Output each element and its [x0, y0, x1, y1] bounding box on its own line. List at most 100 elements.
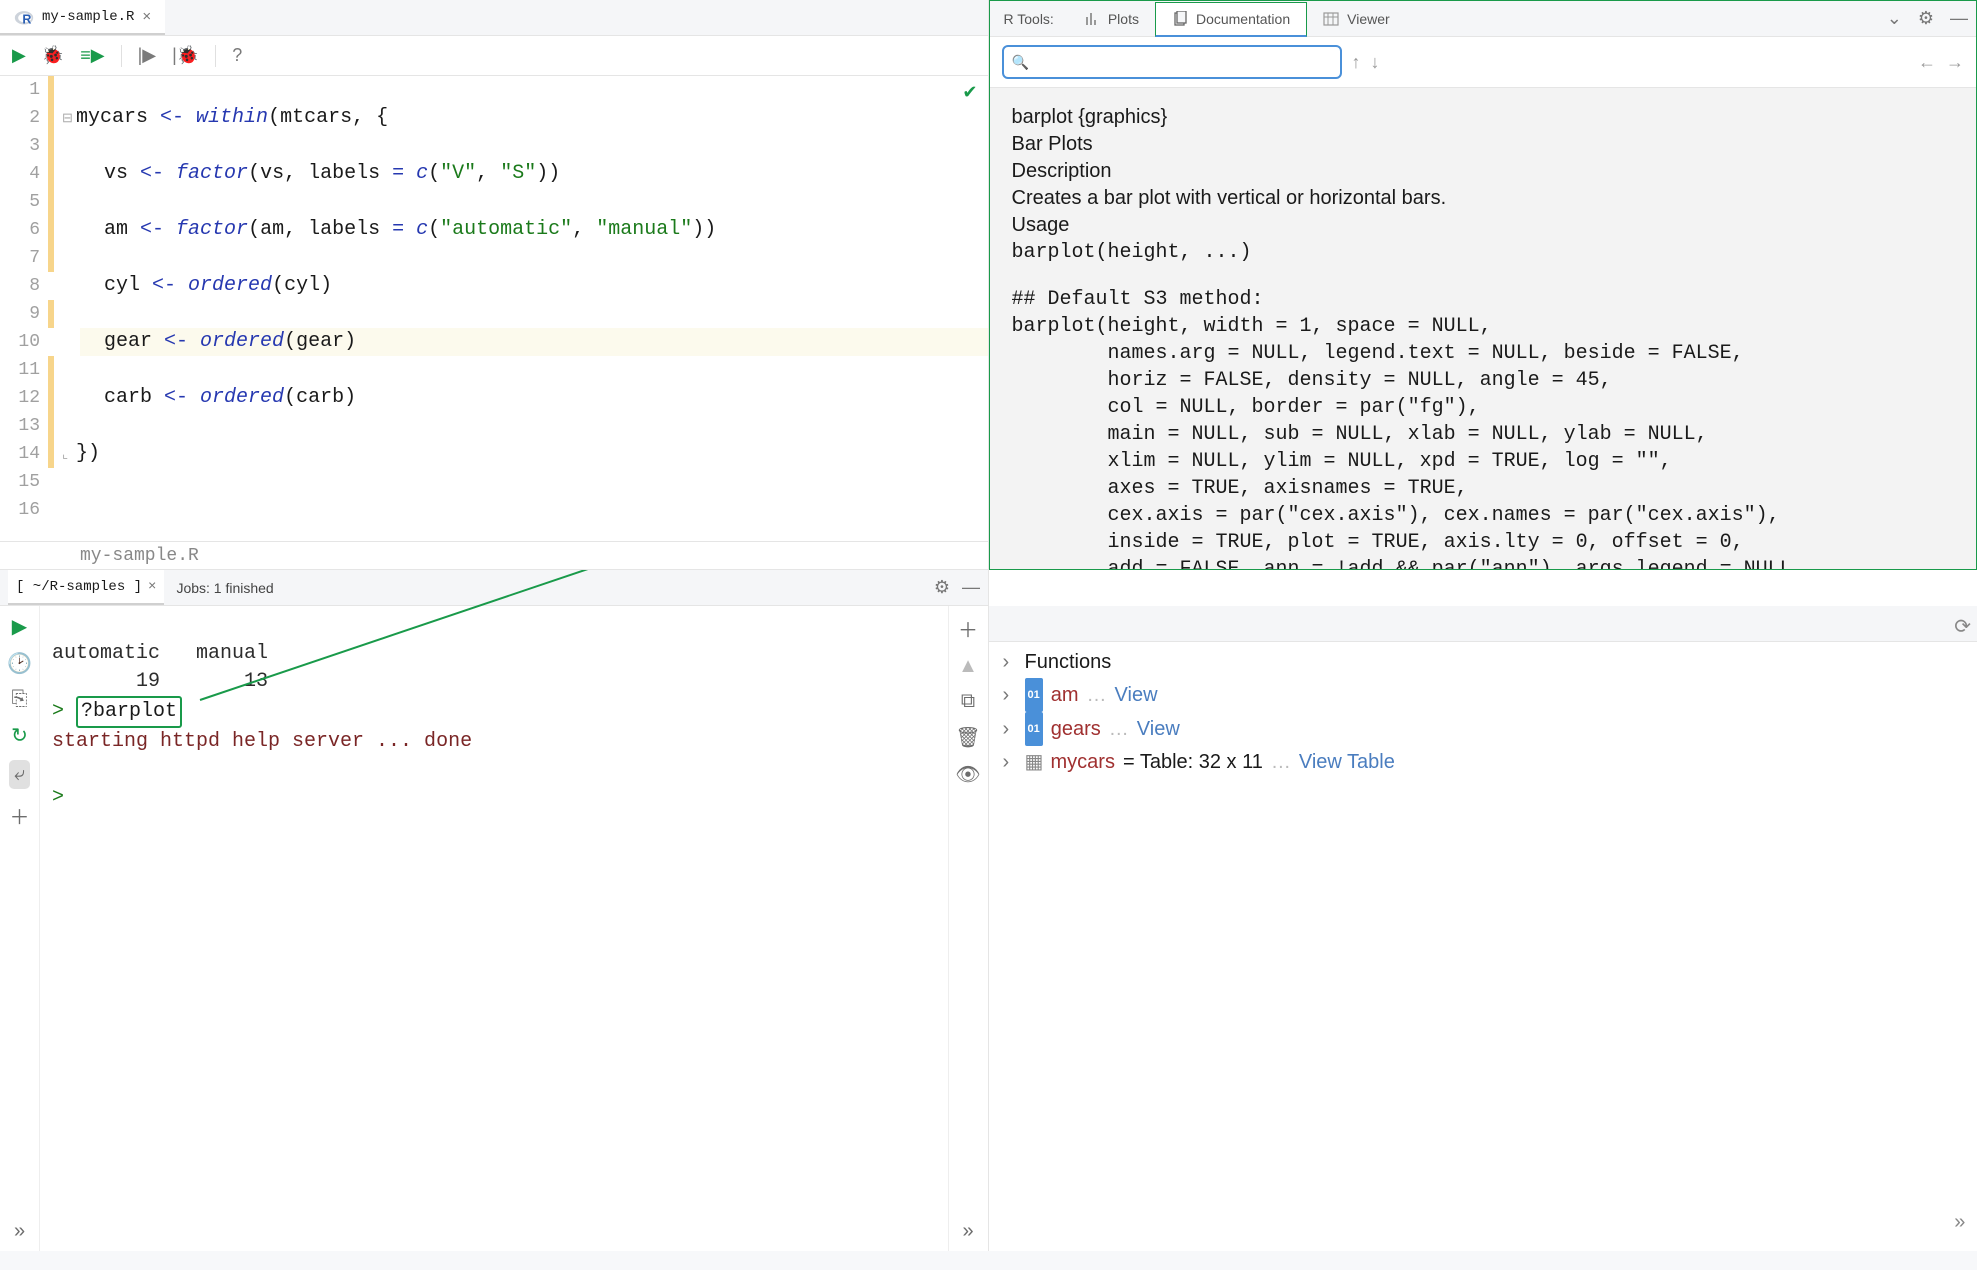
- visibility-icon[interactable]: 👁: [955, 762, 980, 787]
- export-icon[interactable]: ⎘: [12, 688, 28, 711]
- console-line: 19 13: [52, 670, 268, 693]
- gear-icon[interactable]: ⚙: [1910, 8, 1942, 29]
- tree-row-gears[interactable]: ›01 gears … View: [1003, 712, 1964, 746]
- console-prompt[interactable]: >: [52, 786, 64, 809]
- restart-icon[interactable]: ↻: [11, 723, 28, 748]
- nav-back-icon[interactable]: ←: [1918, 52, 1936, 73]
- run-selection-icon[interactable]: |▶: [138, 45, 157, 66]
- console-panel: [ ~/R-samples ] × Jobs: 1 finished ⚙ — ▶…: [0, 570, 989, 1251]
- tab-documentation[interactable]: Documentation: [1155, 2, 1307, 37]
- plots-icon: [1084, 11, 1100, 27]
- refresh-icon[interactable]: ⟳: [1954, 614, 1971, 639]
- jobs-status[interactable]: Jobs: 1 finished: [176, 580, 273, 596]
- ellipsis-icon: …: [1087, 679, 1107, 711]
- view-table-link[interactable]: View Table: [1299, 746, 1395, 778]
- int-badge-icon: 01: [1025, 678, 1043, 712]
- tab-plots-label: Plots: [1108, 11, 1139, 27]
- search-icon: 🔍: [1012, 54, 1029, 71]
- r-tools-label: R Tools:: [990, 11, 1068, 27]
- ellipsis-icon: …: [1271, 746, 1291, 778]
- close-icon[interactable]: ×: [142, 8, 151, 25]
- env-right-toolbar: ⟳ »: [1954, 606, 1971, 1234]
- doc-search-box[interactable]: 🔍: [1002, 45, 1342, 79]
- doc-usage-short: barplot(height, ...): [1012, 239, 1955, 266]
- ellipsis-icon: …: [1109, 713, 1129, 745]
- history-icon[interactable]: 🕑: [7, 651, 32, 676]
- close-icon[interactable]: ×: [148, 579, 156, 595]
- console-left-toolbar: ▶ 🕑 ⎘ ↻ ⤶ ＋ »: [0, 606, 40, 1251]
- var-name: am: [1051, 679, 1079, 711]
- code-area[interactable]: ✔ 12345678910111213141516 ⊟mycars <- wit…: [0, 76, 988, 541]
- r-file-icon: R: [14, 7, 34, 27]
- console-line: automatic manual: [52, 642, 268, 665]
- caret-icon: ›: [1003, 713, 1017, 745]
- add-icon[interactable]: ＋: [958, 614, 978, 643]
- gear-icon[interactable]: ⚙: [934, 577, 950, 598]
- more-icon[interactable]: »: [962, 1220, 973, 1251]
- tree-row-mycars[interactable]: ›▦ mycars = Table: 32 x 11 … View Table: [1003, 746, 1964, 778]
- trash-icon[interactable]: 🗑: [955, 725, 980, 750]
- debug-selection-icon[interactable]: |🐞: [172, 45, 199, 66]
- doc-topic-line: barplot {graphics}: [1012, 104, 1955, 131]
- console-output[interactable]: automatic manual 19 13 > ?barplot starti…: [40, 606, 948, 1251]
- line-gutter: 12345678910111213141516: [0, 76, 50, 541]
- editor-tab[interactable]: R my-sample.R ×: [0, 0, 165, 35]
- editor-tab-filename: my-sample.R: [42, 9, 134, 25]
- editor-toolbar: ▶ 🐞 ≡▶ |▶ |🐞 ?: [0, 36, 988, 76]
- doc-description-text: Creates a bar plot with vertical or hori…: [1012, 185, 1955, 212]
- env-tabstrip: [989, 606, 1977, 642]
- console-tabstrip: [ ~/R-samples ] × Jobs: 1 finished ⚙ —: [0, 570, 988, 606]
- console-right-toolbar: ＋ ▲ ⧉ 🗑 👁 »: [948, 606, 988, 1251]
- doc-usage-block: ## Default S3 method: barplot(height, wi…: [1012, 286, 1955, 569]
- svg-text:R: R: [22, 12, 31, 26]
- minimize-icon[interactable]: —: [962, 577, 980, 598]
- table-icon: ▦: [1025, 746, 1043, 778]
- caret-icon: ›: [1003, 679, 1017, 711]
- doc-heading: Bar Plots: [1012, 131, 1955, 158]
- doc-section-description: Description: [1012, 158, 1955, 185]
- tab-documentation-label: Documentation: [1196, 11, 1290, 27]
- r-tools-tabstrip: R Tools: Plots Documentation Viewer ⌄ ⚙ …: [990, 1, 1977, 37]
- console-tab-label: [ ~/R-samples ]: [16, 579, 142, 595]
- view-link[interactable]: View: [1137, 713, 1180, 745]
- editor-panel: R my-sample.R × ▶ 🐞 ≡▶ |▶ |🐞 ? ✔ 1234567…: [0, 0, 989, 570]
- add-icon[interactable]: ＋: [10, 801, 30, 830]
- tab-plots[interactable]: Plots: [1068, 1, 1155, 36]
- editor-breadcrumb: my-sample.R: [0, 541, 988, 569]
- caret-icon: ›: [1003, 746, 1017, 778]
- editor-tabstrip: R my-sample.R ×: [0, 0, 988, 36]
- minimize-icon[interactable]: —: [1942, 8, 1976, 29]
- environment-panel: ›Parent environments ›Functions ›01 am ……: [989, 570, 1977, 1251]
- var-name: mycars: [1051, 746, 1115, 778]
- tab-viewer[interactable]: Viewer: [1307, 1, 1406, 36]
- doc-search-row: 🔍 ↑ ↓ ← →: [990, 37, 1977, 88]
- history-down-icon[interactable]: ↓: [1371, 52, 1380, 73]
- debug-icon[interactable]: 🐞: [42, 45, 64, 66]
- up-icon[interactable]: ▲: [958, 655, 978, 678]
- debug-lines-icon[interactable]: ≡▶: [80, 45, 104, 66]
- viewer-icon: [1323, 11, 1339, 27]
- var-description: = Table: 32 x 11: [1123, 746, 1263, 778]
- console-line: starting httpd help server ... done: [52, 730, 472, 753]
- toolbar-separator: [215, 45, 216, 67]
- view-link[interactable]: View: [1115, 679, 1158, 711]
- toolbar-separator: [121, 45, 122, 67]
- code-text[interactable]: ⊟mycars <- within(mtcars, { vs <- factor…: [50, 76, 988, 541]
- tree-row-functions[interactable]: ›Functions: [1003, 646, 1964, 678]
- more-icon[interactable]: »: [1954, 1211, 1971, 1234]
- more-icon[interactable]: »: [14, 1220, 25, 1251]
- chevron-down-icon[interactable]: ⌄: [1879, 8, 1910, 29]
- softwrap-icon[interactable]: ⤶: [9, 760, 30, 789]
- nav-forward-icon[interactable]: →: [1946, 52, 1964, 73]
- r-tools-panel: R Tools: Plots Documentation Viewer ⌄ ⚙ …: [989, 0, 1977, 570]
- doc-body[interactable]: barplot {graphics} Bar Plots Description…: [990, 88, 1977, 569]
- console-command-highlight: ?barplot: [76, 696, 182, 728]
- copy-icon[interactable]: ⧉: [961, 690, 975, 713]
- run-icon[interactable]: ▶: [12, 45, 26, 66]
- console-tab[interactable]: [ ~/R-samples ] ×: [8, 570, 164, 605]
- doc-search-input[interactable]: [1035, 54, 1332, 71]
- history-up-icon[interactable]: ↑: [1352, 52, 1361, 73]
- run-icon[interactable]: ▶: [12, 614, 27, 639]
- help-icon[interactable]: ?: [232, 45, 242, 66]
- tree-row-am[interactable]: ›01 am … View: [1003, 678, 1964, 712]
